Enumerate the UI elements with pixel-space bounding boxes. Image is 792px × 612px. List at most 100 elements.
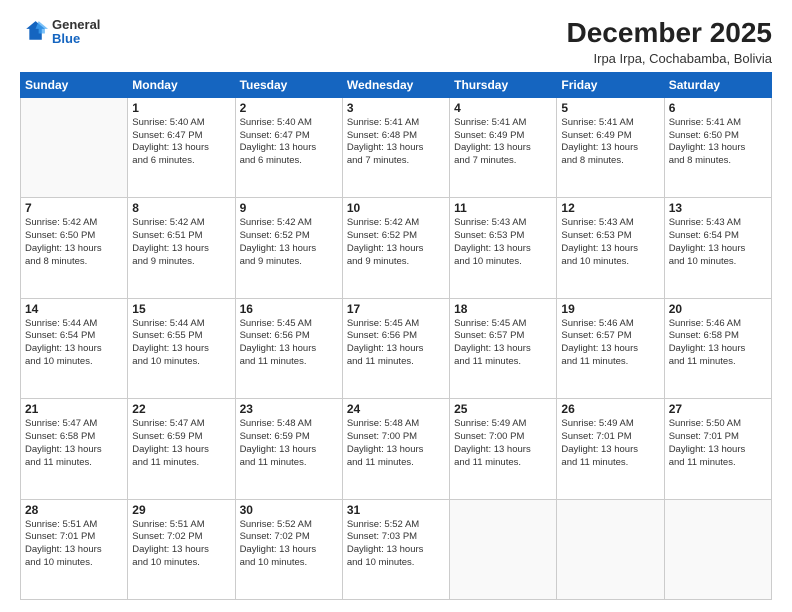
day-number: 10 — [347, 201, 445, 215]
day-info: Sunrise: 5:50 AMSunset: 7:01 PMDaylight:… — [669, 418, 767, 469]
day-number: 20 — [669, 302, 767, 316]
day-info: Sunrise: 5:47 AMSunset: 6:58 PMDaylight:… — [25, 418, 123, 469]
day-cell — [557, 499, 664, 599]
day-number: 7 — [25, 201, 123, 215]
day-cell: 22 Sunrise: 5:47 AMSunset: 6:59 PMDayligh… — [128, 399, 235, 499]
day-cell — [664, 499, 771, 599]
day-number: 12 — [561, 201, 659, 215]
day-info: Sunrise: 5:45 AMSunset: 6:56 PMDaylight:… — [347, 318, 445, 369]
cell-content: 31 Sunrise: 5:52 AMSunset: 7:03 PMDayligh… — [347, 503, 445, 570]
day-cell: 8Sunrise: 5:42 AMSunset: 6:51 PMDaylight… — [128, 198, 235, 298]
day-number: 27 — [669, 402, 767, 416]
day-cell: 3 Sunrise: 5:41 AMSunset: 6:48 PMDaylight… — [342, 97, 449, 197]
day-info: Sunrise: 5:42 AMSunset: 6:52 PMDaylight:… — [240, 217, 338, 268]
day-info: Sunrise: 5:43 AMSunset: 6:53 PMDaylight:… — [561, 217, 659, 268]
cell-content: 27 Sunrise: 5:50 AMSunset: 7:01 PMDayligh… — [669, 402, 767, 469]
day-cell: 4Sunrise: 5:41 AMSunset: 6:49 PMDaylight… — [450, 97, 557, 197]
cell-content: 8Sunrise: 5:42 AMSunset: 6:51 PMDaylight… — [132, 201, 230, 268]
day-info: Sunrise: 5:45 AMSunset: 6:57 PMDaylight:… — [454, 318, 552, 369]
calendar-header-row: SundayMondayTuesdayWednesdayThursdayFrid… — [21, 72, 772, 97]
day-cell: 26Sunrise: 5:49 AMSunset: 7:01 PMDayligh… — [557, 399, 664, 499]
col-header-saturday: Saturday — [664, 72, 771, 97]
day-cell: 7 Sunrise: 5:42 AMSunset: 6:50 PMDaylight… — [21, 198, 128, 298]
day-info: Sunrise: 5:45 AMSunset: 6:56 PMDaylight:… — [240, 318, 338, 369]
day-cell: 12 Sunrise: 5:43 AMSunset: 6:53 PMDayligh… — [557, 198, 664, 298]
day-number: 19 — [561, 302, 659, 316]
day-info: Sunrise: 5:49 AMSunset: 7:01 PMDaylight:… — [561, 418, 659, 469]
day-cell: 24 Sunrise: 5:48 AMSunset: 7:00 PMDayligh… — [342, 399, 449, 499]
day-info: Sunrise: 5:42 AMSunset: 6:52 PMDaylight:… — [347, 217, 445, 268]
day-number: 30 — [240, 503, 338, 517]
day-info: Sunrise: 5:43 AMSunset: 6:54 PMDaylight:… — [669, 217, 767, 268]
cell-content: 23 Sunrise: 5:48 AMSunset: 6:59 PMDayligh… — [240, 402, 338, 469]
week-row-3: 14Sunrise: 5:44 AMSunset: 6:54 PMDayligh… — [21, 298, 772, 398]
day-number: 16 — [240, 302, 338, 316]
day-info: Sunrise: 5:48 AMSunset: 7:00 PMDaylight:… — [347, 418, 445, 469]
day-cell: 19 Sunrise: 5:46 AMSunset: 6:57 PMDayligh… — [557, 298, 664, 398]
day-cell — [450, 499, 557, 599]
header: General Blue December 2025 Irpa Irpa, Co… — [20, 18, 772, 66]
day-cell: 27 Sunrise: 5:50 AMSunset: 7:01 PMDayligh… — [664, 399, 771, 499]
day-info: Sunrise: 5:49 AMSunset: 7:00 PMDaylight:… — [454, 418, 552, 469]
day-number: 3 — [347, 101, 445, 115]
day-cell: 5Sunrise: 5:41 AMSunset: 6:49 PMDaylight… — [557, 97, 664, 197]
cell-content: 24 Sunrise: 5:48 AMSunset: 7:00 PMDayligh… — [347, 402, 445, 469]
day-info: Sunrise: 5:48 AMSunset: 6:59 PMDaylight:… — [240, 418, 338, 469]
day-cell: 18 Sunrise: 5:45 AMSunset: 6:57 PMDayligh… — [450, 298, 557, 398]
cell-content: 17Sunrise: 5:45 AMSunset: 6:56 PMDayligh… — [347, 302, 445, 369]
logo-text: General Blue — [52, 18, 100, 47]
day-cell: 9 Sunrise: 5:42 AMSunset: 6:52 PMDaylight… — [235, 198, 342, 298]
week-row-5: 28Sunrise: 5:51 AMSunset: 7:01 PMDayligh… — [21, 499, 772, 599]
day-number: 14 — [25, 302, 123, 316]
cell-content: 18 Sunrise: 5:45 AMSunset: 6:57 PMDayligh… — [454, 302, 552, 369]
day-info: Sunrise: 5:40 AMSunset: 6:47 PMDaylight:… — [132, 117, 230, 168]
day-number: 24 — [347, 402, 445, 416]
col-header-wednesday: Wednesday — [342, 72, 449, 97]
day-number: 28 — [25, 503, 123, 517]
day-info: Sunrise: 5:40 AMSunset: 6:47 PMDaylight:… — [240, 117, 338, 168]
day-info: Sunrise: 5:41 AMSunset: 6:48 PMDaylight:… — [347, 117, 445, 168]
day-info: Sunrise: 5:51 AMSunset: 7:02 PMDaylight:… — [132, 519, 230, 570]
day-number: 18 — [454, 302, 552, 316]
col-header-friday: Friday — [557, 72, 664, 97]
day-cell: 30Sunrise: 5:52 AMSunset: 7:02 PMDayligh… — [235, 499, 342, 599]
logo-icon — [20, 18, 48, 46]
day-cell: 14Sunrise: 5:44 AMSunset: 6:54 PMDayligh… — [21, 298, 128, 398]
day-number: 6 — [669, 101, 767, 115]
calendar-table: SundayMondayTuesdayWednesdayThursdayFrid… — [20, 72, 772, 600]
logo: General Blue — [20, 18, 100, 47]
day-info: Sunrise: 5:52 AMSunset: 7:03 PMDaylight:… — [347, 519, 445, 570]
day-number: 9 — [240, 201, 338, 215]
day-cell: 6Sunrise: 5:41 AMSunset: 6:50 PMDaylight… — [664, 97, 771, 197]
month-title: December 2025 — [567, 18, 772, 49]
day-info: Sunrise: 5:46 AMSunset: 6:57 PMDaylight:… — [561, 318, 659, 369]
col-header-sunday: Sunday — [21, 72, 128, 97]
day-number: 13 — [669, 201, 767, 215]
day-info: Sunrise: 5:42 AMSunset: 6:50 PMDaylight:… — [25, 217, 123, 268]
cell-content: 30Sunrise: 5:52 AMSunset: 7:02 PMDayligh… — [240, 503, 338, 570]
cell-content: 1Sunrise: 5:40 AMSunset: 6:47 PMDaylight… — [132, 101, 230, 168]
day-info: Sunrise: 5:47 AMSunset: 6:59 PMDaylight:… — [132, 418, 230, 469]
day-cell — [21, 97, 128, 197]
cell-content: 16 Sunrise: 5:45 AMSunset: 6:56 PMDayligh… — [240, 302, 338, 369]
title-block: December 2025 Irpa Irpa, Cochabamba, Bol… — [567, 18, 772, 66]
cell-content: 22 Sunrise: 5:47 AMSunset: 6:59 PMDayligh… — [132, 402, 230, 469]
day-number: 22 — [132, 402, 230, 416]
cell-content: 2 Sunrise: 5:40 AMSunset: 6:47 PMDaylight… — [240, 101, 338, 168]
cell-content: 28Sunrise: 5:51 AMSunset: 7:01 PMDayligh… — [25, 503, 123, 570]
day-number: 2 — [240, 101, 338, 115]
day-cell: 28Sunrise: 5:51 AMSunset: 7:01 PMDayligh… — [21, 499, 128, 599]
day-cell: 11Sunrise: 5:43 AMSunset: 6:53 PMDayligh… — [450, 198, 557, 298]
cell-content: 6Sunrise: 5:41 AMSunset: 6:50 PMDaylight… — [669, 101, 767, 168]
week-row-1: 1Sunrise: 5:40 AMSunset: 6:47 PMDaylight… — [21, 97, 772, 197]
cell-content: 3 Sunrise: 5:41 AMSunset: 6:48 PMDaylight… — [347, 101, 445, 168]
cell-content: 4Sunrise: 5:41 AMSunset: 6:49 PMDaylight… — [454, 101, 552, 168]
col-header-thursday: Thursday — [450, 72, 557, 97]
day-number: 31 — [347, 503, 445, 517]
cell-content: 29Sunrise: 5:51 AMSunset: 7:02 PMDayligh… — [132, 503, 230, 570]
day-number: 25 — [454, 402, 552, 416]
col-header-tuesday: Tuesday — [235, 72, 342, 97]
day-number: 23 — [240, 402, 338, 416]
page: General Blue December 2025 Irpa Irpa, Co… — [0, 0, 792, 612]
day-number: 4 — [454, 101, 552, 115]
